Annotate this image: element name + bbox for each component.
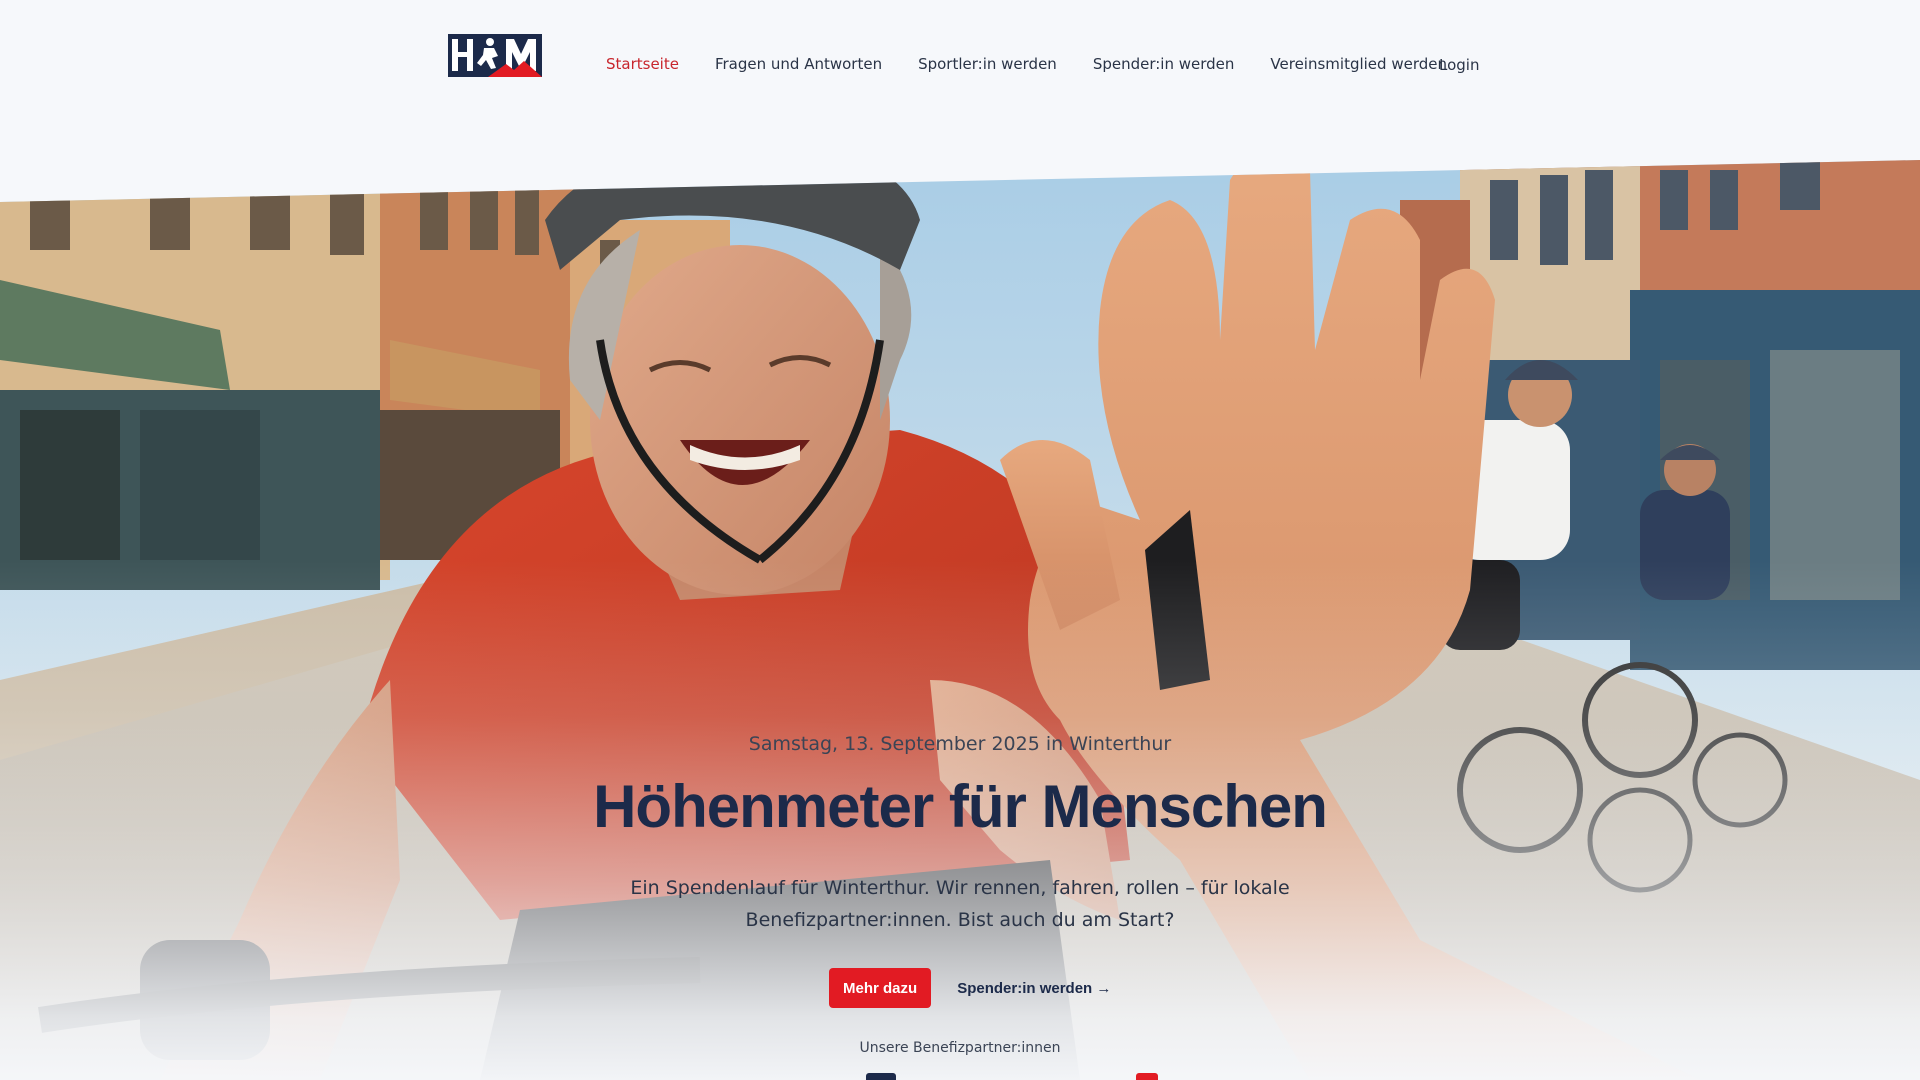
site-header: Startseite Fragen und Antworten Sportler… bbox=[0, 0, 1920, 160]
spender-werden-link[interactable]: Spender:in werden → bbox=[957, 980, 1111, 997]
main-nav: Startseite Fragen und Antworten Sportler… bbox=[606, 55, 1483, 73]
nav-item-sportler[interactable]: Sportler:in werden bbox=[918, 55, 1057, 73]
nav-item-spender[interactable]: Spender:in werden bbox=[1093, 55, 1235, 73]
nav-item-faq[interactable]: Fragen und Antworten bbox=[715, 55, 882, 73]
logo-runner-mark bbox=[448, 34, 542, 77]
hero-section bbox=[0, 160, 1920, 1080]
nav-item-startseite[interactable]: Startseite bbox=[606, 55, 679, 73]
nav-item-vereinsmitglied[interactable]: Vereinsmitglied werden bbox=[1270, 55, 1447, 73]
mehr-dazu-button[interactable]: Mehr dazu bbox=[829, 968, 932, 1008]
site-logo[interactable] bbox=[448, 34, 542, 77]
cta-group: Mehr dazu Spender:in werden → bbox=[829, 968, 1111, 1008]
login-link[interactable]: Login bbox=[1439, 56, 1479, 74]
